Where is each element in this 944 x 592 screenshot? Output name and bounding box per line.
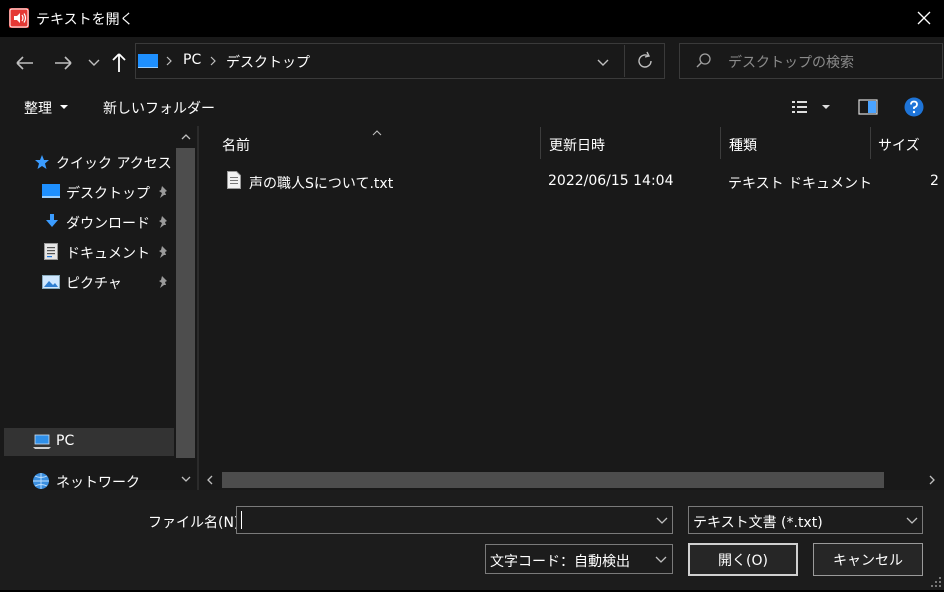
details-view-icon: [792, 101, 830, 113]
arrow-left-icon: [16, 56, 33, 70]
back-button[interactable]: [11, 49, 39, 77]
app-speaker-icon: [9, 8, 29, 28]
resize-grip-icon[interactable]: [930, 576, 942, 588]
file-type-filter-value: テキスト文書 (*.txt): [693, 515, 823, 531]
pin-icon: [158, 275, 170, 289]
open-button[interactable]: 開く(O): [688, 543, 798, 576]
sidebar-item-pictures[interactable]: ピクチャ: [66, 273, 122, 293]
chevron-down-icon: [597, 59, 609, 66]
file-date: 2022/06/15 14:04: [548, 173, 674, 189]
breadcrumb-separator-icon: [207, 53, 219, 69]
sidebar-scrollbar-thumb[interactable]: [176, 148, 195, 458]
help-button[interactable]: [904, 97, 924, 117]
table-row[interactable]: 声の職人Sについて.txt 2022/06/15 14:04 テキスト ドキュメ…: [210, 167, 944, 197]
recent-locations-button[interactable]: [85, 52, 103, 72]
column-header-name[interactable]: 名前: [222, 135, 250, 155]
breadcrumb-pc[interactable]: PC: [183, 52, 201, 68]
computer-icon: [32, 434, 52, 450]
scroll-right-icon[interactable]: [926, 474, 938, 486]
file-type-filter-select[interactable]: テキスト文書 (*.txt): [688, 506, 923, 534]
encoding-value: 文字コード：自動検出: [490, 554, 630, 570]
filename-label: ファイル名(N):: [148, 515, 245, 531]
column-header-size[interactable]: サイズ: [878, 135, 920, 155]
scroll-down-icon[interactable]: [179, 472, 193, 486]
chevron-down-icon: [655, 556, 667, 563]
view-options-button[interactable]: [790, 98, 832, 116]
column-divider[interactable]: [720, 127, 721, 159]
preview-pane-icon: [858, 99, 878, 115]
pin-icon: [158, 215, 170, 229]
column-divider[interactable]: [870, 127, 871, 159]
window-title: テキストを開く: [36, 12, 134, 28]
arrow-up-icon: [112, 53, 126, 72]
sidebar-item-desktop[interactable]: デスクトップ: [66, 183, 150, 203]
breadcrumb-desktop[interactable]: デスクトップ: [226, 52, 310, 72]
text-cursor: [241, 511, 242, 529]
dialog-footer: [0, 490, 944, 590]
horizontal-scrollbar-thumb[interactable]: [222, 472, 884, 488]
organize-label: 整理: [24, 101, 52, 117]
preview-pane-button[interactable]: [858, 99, 878, 115]
chevron-down-icon: [906, 517, 918, 524]
search-placeholder: デスクトップの検索: [728, 55, 854, 71]
column-header-date[interactable]: 更新日時: [549, 135, 605, 155]
chevron-down-icon: [88, 59, 100, 66]
organize-button[interactable]: 整理: [24, 98, 52, 118]
column-divider[interactable]: [540, 127, 541, 159]
sidebar-item-pc[interactable]: PC: [56, 433, 74, 449]
caret-down-icon: [58, 101, 70, 113]
file-name: 声の職人Sについて.txt: [249, 176, 394, 192]
pictures-icon: [42, 275, 60, 289]
sidebar-item-documents[interactable]: ドキュメント: [66, 243, 150, 263]
column-header-type[interactable]: 種類: [729, 135, 757, 155]
title-bar: [0, 0, 944, 37]
arrow-right-icon: [55, 56, 72, 70]
sidebar-quick-access[interactable]: クイック アクセス: [56, 153, 172, 173]
star-icon: [34, 154, 50, 170]
filename-input[interactable]: [236, 506, 673, 534]
sidebar-item-downloads[interactable]: ダウンロード: [66, 213, 150, 233]
new-folder-button[interactable]: 新しいフォルダー: [103, 98, 215, 118]
download-icon: [44, 213, 60, 229]
forward-button[interactable]: [49, 49, 77, 77]
pin-icon: [158, 185, 170, 199]
help-icon: [904, 97, 924, 117]
scroll-up-icon[interactable]: [179, 130, 193, 144]
address-history-button[interactable]: [594, 52, 612, 72]
chevron-down-icon: [656, 517, 668, 524]
sidebar-item-pc-selected[interactable]: [4, 428, 174, 456]
sidebar-item-network[interactable]: ネットワーク: [56, 472, 140, 492]
document-icon: [44, 243, 58, 260]
refresh-icon: [638, 51, 652, 68]
encoding-select[interactable]: 文字コード：自動検出: [485, 544, 673, 574]
search-icon: [694, 52, 714, 70]
close-icon: [917, 11, 931, 25]
refresh-button[interactable]: [624, 45, 664, 77]
cancel-button[interactable]: キャンセル: [813, 543, 923, 576]
text-file-icon: [227, 171, 241, 189]
up-button[interactable]: [107, 48, 131, 76]
file-size: 2: [930, 173, 939, 189]
desktop-icon: [42, 184, 60, 198]
monitor-icon: [138, 54, 158, 68]
scroll-left-icon[interactable]: [204, 474, 216, 486]
close-button[interactable]: [904, 0, 944, 37]
breadcrumb-separator-icon: [163, 53, 175, 69]
pin-icon: [158, 245, 170, 259]
sort-ascending-icon: [371, 125, 383, 136]
file-type: テキスト ドキュメント: [728, 176, 873, 192]
network-icon: [32, 472, 50, 490]
